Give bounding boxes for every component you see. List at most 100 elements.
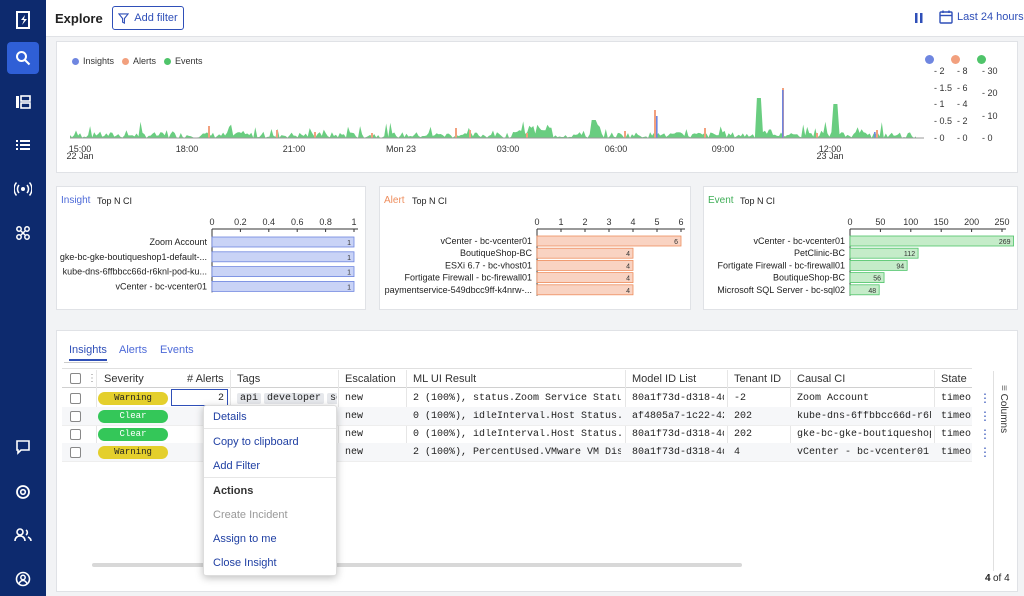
tag: developer: [264, 393, 325, 404]
row-menu-icon[interactable]: ⋮: [979, 409, 991, 423]
alert-bar-value: 4: [626, 251, 630, 258]
col-escalation[interactable]: Escalation: [345, 373, 396, 385]
ml-result-cell: 2 (100%), status.Zoom Service Status.d…: [413, 393, 621, 404]
menu-details[interactable]: Details: [213, 411, 247, 423]
ml-result-cell: 0 (100%), idleInterval.Host Status.dat…: [413, 429, 621, 440]
state-cell: timeou: [941, 447, 971, 458]
alert-bar-label: ESXi 6.7 - bc-vhost01: [445, 260, 532, 270]
escalation-cell: new: [345, 447, 364, 458]
alert-bar-value: 4: [626, 288, 630, 295]
alert-bar: [536, 235, 682, 247]
alert-bar: [536, 284, 634, 296]
event-bar-label: Microsoft SQL Server - bc-sql02: [717, 285, 845, 295]
event-bar-label: BoutiqueShop-BC: [773, 273, 846, 283]
alert-bar-label: paymentservice-549dbcc9ff-k4nrw-...: [385, 285, 532, 295]
alert-bar: [536, 272, 634, 284]
columns-toggle[interactable]: ≡ Columns: [995, 385, 1009, 445]
tag: se: [327, 393, 337, 404]
event-bar-value: 48: [868, 288, 876, 295]
col-tenant-id[interactable]: Tenant ID: [734, 373, 781, 385]
insight-tick-label: 0.8: [319, 217, 332, 227]
menu-add-filter[interactable]: Add Filter: [213, 460, 260, 472]
row-divider: [62, 461, 972, 462]
insight-bar-label: Zoom Account: [149, 237, 207, 247]
event-tick-label: 50: [875, 217, 885, 227]
header-bottom-line: [62, 387, 972, 388]
tab-insights[interactable]: Insights: [69, 344, 107, 361]
col-ml-result[interactable]: ML UI Result: [413, 373, 476, 385]
event-tick-label: 200: [964, 217, 979, 227]
causal-ci-cell: vCenter - bc-vcenter01: [797, 447, 930, 458]
tab-events[interactable]: Events: [160, 344, 194, 356]
row-checkbox[interactable]: [70, 447, 81, 458]
menu-assign-to-me[interactable]: Assign to me: [213, 533, 277, 545]
col-tags[interactable]: Tags: [237, 373, 260, 385]
chat-icon[interactable]: [7, 431, 39, 463]
row-checkbox[interactable]: [70, 429, 81, 440]
alert-tick-label: 3: [606, 217, 611, 227]
ml-result-cell: 0 (100%), idleInterval.Host Status.dat…: [413, 411, 621, 422]
select-all-checkbox[interactable]: [70, 373, 81, 384]
event-bar-value: 112: [904, 251, 915, 258]
menu-divider: [204, 428, 336, 429]
severity-badge: Warning: [98, 392, 168, 405]
event-bar-label: PetClinic-BC: [794, 248, 846, 258]
causal-ci-cell: gke-bc-gke-boutiqueshop…: [797, 429, 931, 440]
menu-copy-clipboard[interactable]: Copy to clipboard: [213, 436, 299, 448]
header-top-line: [62, 368, 972, 369]
escalation-cell: new: [345, 393, 364, 404]
row-menu-icon[interactable]: ⋮: [979, 391, 991, 405]
severity-badge: Clear: [98, 428, 168, 441]
alert-tick-label: 2: [582, 217, 587, 227]
alert-tick-label: 1: [558, 217, 563, 227]
col-severity[interactable]: Severity: [104, 373, 144, 385]
insight-bar-label: vCenter - bc-vcenter01: [115, 281, 207, 291]
profile-icon[interactable]: [7, 563, 39, 595]
alert-bar-label: Fortigate Firewall - bc-firewall01: [404, 273, 532, 283]
state-cell: timeou: [941, 411, 971, 422]
tags-cell: apideveloperse: [237, 393, 337, 404]
alert-bar: [536, 259, 634, 271]
insight-tick-label: 0.2: [234, 217, 247, 227]
users-icon[interactable]: [7, 519, 39, 551]
tenant-id-cell: 202: [734, 411, 753, 422]
settings-icon[interactable]: [7, 476, 39, 508]
col-state[interactable]: State: [941, 373, 967, 385]
alert-bar-label: BoutiqueShop-BC: [460, 248, 533, 258]
tag: api: [237, 393, 262, 404]
tenant-id-cell: 202: [734, 429, 753, 440]
col-causal-ci[interactable]: Causal CI: [797, 373, 845, 385]
col-alerts[interactable]: # Alerts: [187, 373, 224, 385]
row-menu-icon[interactable]: ⋮: [979, 427, 991, 441]
alerts-count: 2: [218, 393, 225, 404]
row-checkbox[interactable]: [70, 411, 81, 422]
alert-bar: [536, 247, 634, 259]
event-bar-value: 269: [999, 239, 1011, 246]
insight-bar-value: 1: [347, 255, 351, 262]
col-model-id[interactable]: Model ID List: [632, 373, 696, 385]
menu-create-incident: Create Incident: [213, 509, 288, 521]
columns-icon: ≡: [998, 385, 1009, 394]
event-tick-label: 100: [903, 217, 918, 227]
insight-bar: [211, 236, 355, 248]
insight-tick-label: 0.6: [291, 217, 304, 227]
insight-bar-label: kube-dns-6ffbbcc66d-r6knl-pod-ku...: [63, 267, 207, 277]
row-menu-icon[interactable]: ⋮: [979, 445, 991, 459]
row-checkbox[interactable]: [70, 393, 81, 404]
insight-bar-label: gke-bc-gke-boutiqueshop1-default-...: [60, 252, 207, 262]
menu-close-insight[interactable]: Close Insight: [213, 557, 277, 569]
alert-tick-label: 4: [630, 217, 635, 227]
insight-tick-label: 0: [209, 217, 214, 227]
insight-bar: [211, 251, 355, 263]
horizontal-scrollbar[interactable]: [92, 563, 742, 567]
menu-divider: [204, 477, 336, 478]
event-bar-value: 56: [873, 276, 881, 283]
event-tick-label: 0: [847, 217, 852, 227]
tab-alerts[interactable]: Alerts: [119, 344, 147, 356]
insight-tick-label: 0.4: [263, 217, 276, 227]
model-id-cell: af4805a7-1c22-42…: [632, 411, 724, 422]
alert-tick-label: 6: [678, 217, 683, 227]
row-divider: [62, 425, 972, 426]
severity-badge: Warning: [98, 446, 168, 459]
ml-result-cell: 2 (100%), PercentUsed.VMware VM Disk C…: [413, 447, 621, 458]
